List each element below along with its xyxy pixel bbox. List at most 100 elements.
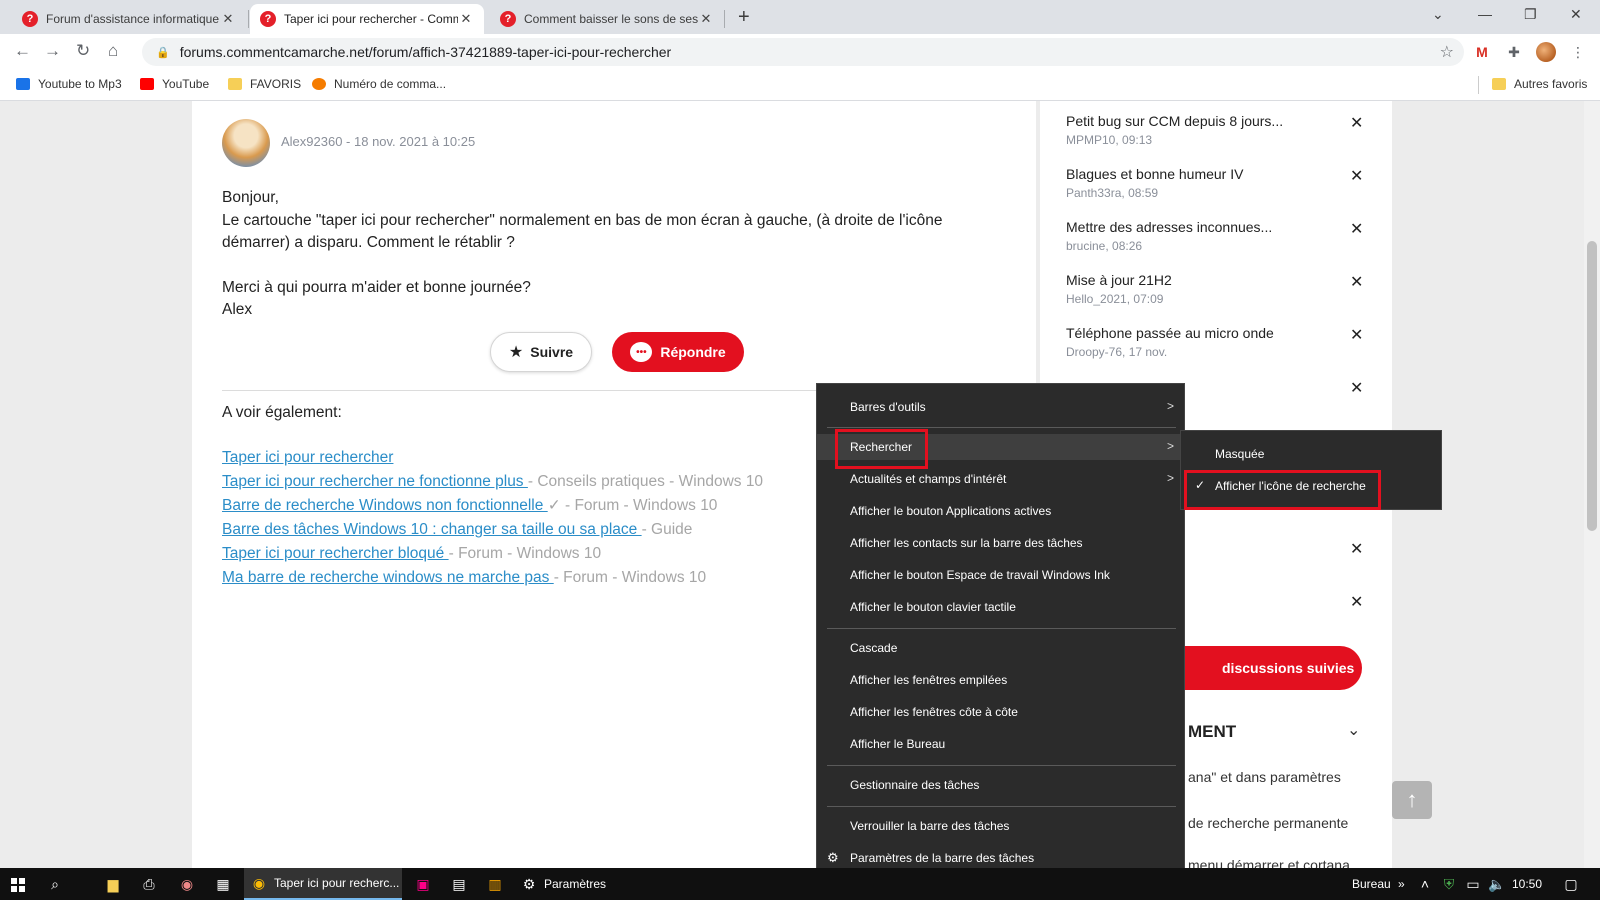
tab-taper-ici[interactable]: ? Taper ici pour rechercher - Comm ✕ [250, 4, 484, 34]
menu-item-toolbars[interactable]: Barres d'outils > [817, 394, 1186, 420]
close-icon[interactable]: ✕ [1350, 378, 1363, 398]
calculator-icon[interactable]: ▦ [214, 875, 232, 893]
scrollbar-thumb[interactable] [1587, 241, 1597, 531]
related-link[interactable]: Taper ici pour rechercher ne fonctionne … [222, 473, 528, 490]
tab-search-icon[interactable]: ⌄ [1432, 6, 1444, 23]
document-icon[interactable]: ▤ [450, 875, 468, 893]
chevron-down-icon[interactable]: ⌄ [1347, 720, 1360, 740]
post-greeting: Bonjour, [222, 189, 279, 206]
bookmark-youtube[interactable]: YouTube [140, 77, 209, 91]
list-item[interactable]: Mettre des adresses inconnues... brucine… [1066, 219, 1366, 253]
chrome-menu-icon[interactable]: ⋮ [1568, 42, 1588, 62]
discussion-title: Mettre des adresses inconnues... [1066, 219, 1273, 235]
printer-icon[interactable]: ⎙ [140, 875, 158, 893]
close-icon[interactable]: ✕ [1350, 592, 1363, 612]
close-icon[interactable]: ✕ [1350, 272, 1363, 292]
close-icon[interactable]: ✕ [458, 11, 474, 27]
follow-button[interactable]: ★ Suivre [490, 332, 592, 372]
tab-baisser-son[interactable]: ? Comment baisser le sons de ses ✕ [490, 4, 724, 34]
home-icon[interactable]: ⌂ [108, 41, 118, 61]
notification-icon[interactable]: ▢ [1562, 875, 1580, 893]
lock-icon[interactable]: 🔒 [156, 46, 170, 59]
volume-icon[interactable]: 🔈 [1488, 875, 1506, 893]
related-link[interactable]: Ma barre de recherche windows ne marche … [222, 569, 554, 586]
close-icon[interactable]: ✕ [1350, 539, 1363, 559]
profile-avatar[interactable] [1536, 42, 1556, 62]
list-item: Ma barre de recherche windows ne marche … [222, 566, 763, 590]
taskbar-settings-window[interactable]: ⚙ Paramètres [514, 868, 658, 900]
bookmark-other[interactable]: Autres favoris [1492, 77, 1587, 91]
bookmark-numero-commande[interactable]: Numéro de comma... [312, 77, 446, 91]
related-link[interactable]: Barre des tâches Windows 10 : changer sa… [222, 521, 642, 538]
browser-toolbar: ← → ↻ ⌂ 🔒 forums.commentcamarche.net/for… [0, 34, 1600, 70]
back-icon[interactable]: ← [14, 41, 31, 61]
page-scrollbar[interactable] [1584, 101, 1600, 868]
bookmark-youtube-mp3[interactable]: Youtube to Mp3 [16, 77, 122, 91]
taskbar-app-label: Paramètres [544, 877, 607, 891]
new-tab-icon[interactable]: + [738, 6, 750, 29]
list-item[interactable]: Mise à jour 21H2 Hello_2021, 07:09 [1066, 272, 1366, 306]
menu-item-task-manager[interactable]: Gestionnaire des tâches [817, 772, 1186, 798]
taskbar-chrome-window[interactable]: ◉ Taper ici pour recherc... [244, 868, 402, 900]
security-shield-icon[interactable]: ⛨ [1440, 875, 1458, 893]
menu-item-news[interactable]: Actualités et champs d'intérêt > [817, 466, 1186, 492]
scroll-to-top-button[interactable]: ↑ [1392, 781, 1432, 819]
minimize-icon[interactable]: — [1478, 6, 1492, 22]
close-icon[interactable]: ✕ [1350, 113, 1363, 133]
bookmark-favoris[interactable]: FAVORIS [228, 77, 301, 91]
menu-item-show-desktop[interactable]: Afficher le Bureau [817, 731, 1186, 757]
menu-item-stacked[interactable]: Afficher les fenêtres empilées [817, 667, 1186, 693]
list-item[interactable]: Téléphone passée au micro onde Droopy-76… [1066, 325, 1366, 359]
list-item: Barre de recherche Windows non fonctionn… [222, 494, 763, 518]
menu-item-label: Gestionnaire des tâches [850, 778, 980, 792]
chevron-up-icon[interactable]: ˄ [1416, 875, 1434, 893]
close-icon[interactable]: ✕ [1350, 325, 1363, 345]
related-link[interactable]: Barre de recherche Windows non fonctionn… [222, 497, 548, 514]
menu-item-label: Afficher les fenêtres côte à côte [850, 705, 1018, 719]
menu-item-lock-taskbar[interactable]: Verrouiller la barre des tâches [817, 813, 1186, 839]
list-item: Taper ici pour rechercher ne fonctionne … [222, 470, 763, 494]
windows-start-icon[interactable] [11, 878, 25, 892]
close-icon[interactable]: ✕ [1350, 219, 1363, 239]
cta-label: discussions suivies [1222, 660, 1355, 676]
menu-item-windows-ink[interactable]: Afficher le bouton Espace de travail Win… [817, 562, 1186, 588]
avatar[interactable] [222, 119, 270, 167]
file-explorer-icon[interactable]: ▆ [104, 875, 122, 893]
url-text: forums.commentcamarche.net/forum/affich-… [179, 44, 672, 60]
reload-icon[interactable]: ↻ [76, 41, 90, 61]
clock-time[interactable]: 10:50 [1512, 877, 1542, 891]
reply-button[interactable]: ••• Répondre [612, 332, 744, 372]
search-icon[interactable]: ⌕ [46, 875, 64, 893]
tab-divider [724, 10, 725, 28]
tab-forum[interactable]: ? Forum d'assistance informatique ✕ [12, 4, 246, 34]
restore-icon[interactable]: ❐ [1524, 6, 1537, 23]
tab-divider [248, 10, 249, 28]
network-icon[interactable]: ▭ [1464, 875, 1482, 893]
extensions-icon[interactable]: ✚ [1504, 42, 1524, 62]
related-link[interactable]: Taper ici pour rechercher [222, 449, 393, 466]
app-icon[interactable]: ▣ [414, 875, 432, 893]
close-icon[interactable]: ✕ [1350, 166, 1363, 186]
chevron-right-icon[interactable]: » [1398, 877, 1405, 891]
list-item[interactable]: Petit bug sur CCM depuis 8 jours... MPMP… [1066, 113, 1366, 147]
folder-icon [1492, 78, 1506, 90]
gmail-icon[interactable]: M [1472, 42, 1492, 62]
related-link[interactable]: Taper ici pour rechercher bloqué [222, 545, 449, 562]
menu-item-side-by-side[interactable]: Afficher les fenêtres côte à côte [817, 699, 1186, 725]
address-bar[interactable]: 🔒 forums.commentcamarche.net/forum/affic… [142, 38, 1464, 66]
close-icon[interactable]: ✕ [698, 11, 714, 27]
app-icon[interactable]: ◉ [178, 875, 196, 893]
menu-item-active-apps[interactable]: Afficher le bouton Applications actives [817, 498, 1186, 524]
submenu-item-hidden[interactable]: Masquée [1181, 440, 1443, 468]
close-icon[interactable]: ✕ [220, 11, 236, 27]
menu-item-contacts[interactable]: Afficher les contacts sur la barre des t… [817, 530, 1186, 556]
window-close-icon[interactable]: ✕ [1570, 6, 1582, 23]
menu-item-touch-keyboard[interactable]: Afficher le bouton clavier tactile [817, 594, 1186, 620]
menu-item-label: Afficher le Bureau [850, 737, 946, 751]
forward-icon[interactable]: → [44, 41, 61, 61]
menu-item-cascade[interactable]: Cascade [817, 635, 1186, 661]
app-icon[interactable]: ▥ [486, 875, 504, 893]
bookmark-star-icon[interactable]: ☆ [1440, 42, 1454, 62]
desktop-toolbar-label[interactable]: Bureau [1352, 877, 1391, 891]
list-item[interactable]: Blagues et bonne humeur IV Panth33ra, 08… [1066, 166, 1366, 200]
